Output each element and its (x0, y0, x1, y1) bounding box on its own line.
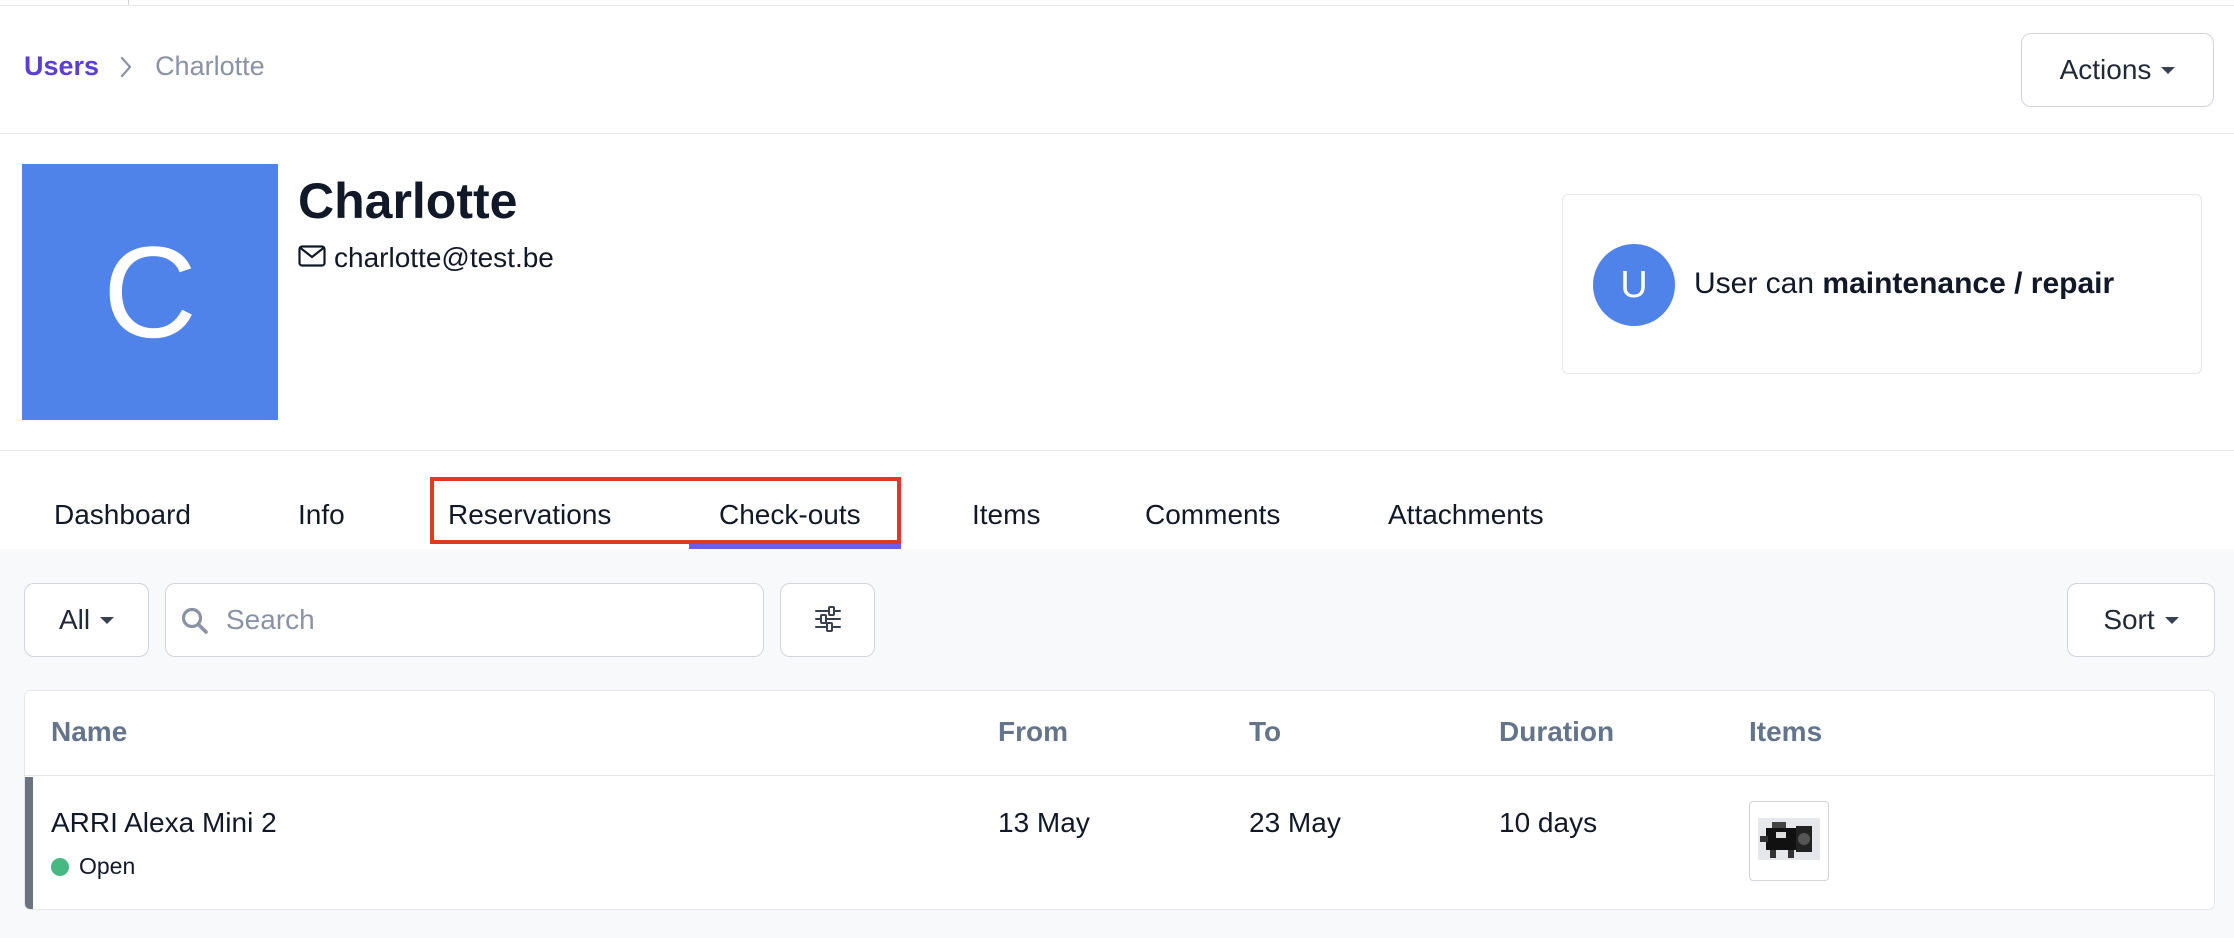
status-dot (51, 857, 69, 876)
breadcrumb-current: Charlotte (155, 51, 265, 81)
top-divider (128, 0, 129, 5)
user-profile: C Charlotte charlotte@test.be U User can… (0, 134, 2234, 451)
tab-info[interactable]: Info (298, 499, 345, 531)
column-header-from[interactable]: From (998, 716, 1068, 748)
page-title: Charlotte (298, 173, 518, 229)
page-header: Users Charlotte Actions (0, 6, 2234, 134)
envelope-icon (298, 242, 326, 274)
check-outs-table: Name From To Duration Items ARRI Alexa M… (24, 690, 2215, 910)
column-header-name[interactable]: Name (51, 716, 127, 748)
chevron-right-icon (117, 53, 135, 81)
sliders-icon (814, 605, 842, 635)
caret-down-icon (2164, 616, 2179, 624)
checkout-to: 23 May (1249, 807, 1341, 838)
check-outs-panel: All Sort Name From To Duration Items (0, 549, 2234, 938)
actions-button[interactable]: Actions (2021, 33, 2214, 107)
tab-bar: Dashboard Info Reservations Check-outs I… (0, 451, 2234, 549)
filter-settings-button[interactable] (780, 583, 875, 657)
permission-card: U User can maintenance / repair (1562, 194, 2202, 374)
annotation-highlight-box (430, 477, 901, 544)
table-row[interactable]: ARRI Alexa Mini 2 Open 13 May 23 May 10 … (25, 777, 2214, 909)
user-email-text[interactable]: charlotte@test.be (334, 242, 554, 274)
column-header-to[interactable]: To (1249, 716, 1281, 748)
filter-dropdown[interactable]: All (24, 583, 149, 657)
status-badge: Open (51, 853, 135, 880)
camera-image-icon (1758, 817, 1820, 865)
tab-comments[interactable]: Comments (1145, 499, 1280, 531)
search-icon (180, 606, 210, 636)
permission-capability: maintenance / repair (1822, 267, 2115, 300)
user-email: charlotte@test.be (298, 242, 554, 274)
breadcrumb-users-link[interactable]: Users (24, 51, 99, 82)
permission-text: User can maintenance / repair (1694, 267, 2114, 301)
filter-dropdown-label: All (58, 604, 91, 635)
item-thumbnail[interactable] (1749, 801, 1829, 881)
column-header-duration[interactable]: Duration (1499, 716, 1614, 748)
permission-prefix: User can (1694, 267, 1823, 300)
tab-items[interactable]: Items (972, 499, 1040, 531)
permission-avatar: U (1593, 244, 1675, 326)
tab-attachments[interactable]: Attachments (1388, 499, 1544, 531)
avatar: C (22, 164, 278, 420)
table-header: Name From To Duration Items (25, 691, 2214, 776)
column-header-items[interactable]: Items (1749, 716, 1822, 748)
search-input[interactable] (226, 584, 746, 655)
checkout-name[interactable]: ARRI Alexa Mini 2 (51, 807, 277, 839)
checkout-duration: 10 days (1499, 807, 1598, 838)
sort-button[interactable]: Sort (2067, 583, 2215, 657)
breadcrumb: Users Charlotte (24, 51, 265, 82)
sort-button-label: Sort (2103, 604, 2155, 635)
status-text: Open (79, 853, 136, 879)
checkout-from: 13 May (998, 807, 1090, 838)
row-status-accent (25, 777, 33, 909)
actions-button-label: Actions (2059, 54, 2152, 85)
caret-down-icon (2161, 66, 2176, 74)
tab-dashboard[interactable]: Dashboard (54, 499, 191, 531)
search-box (165, 583, 764, 657)
caret-down-icon (100, 616, 115, 624)
